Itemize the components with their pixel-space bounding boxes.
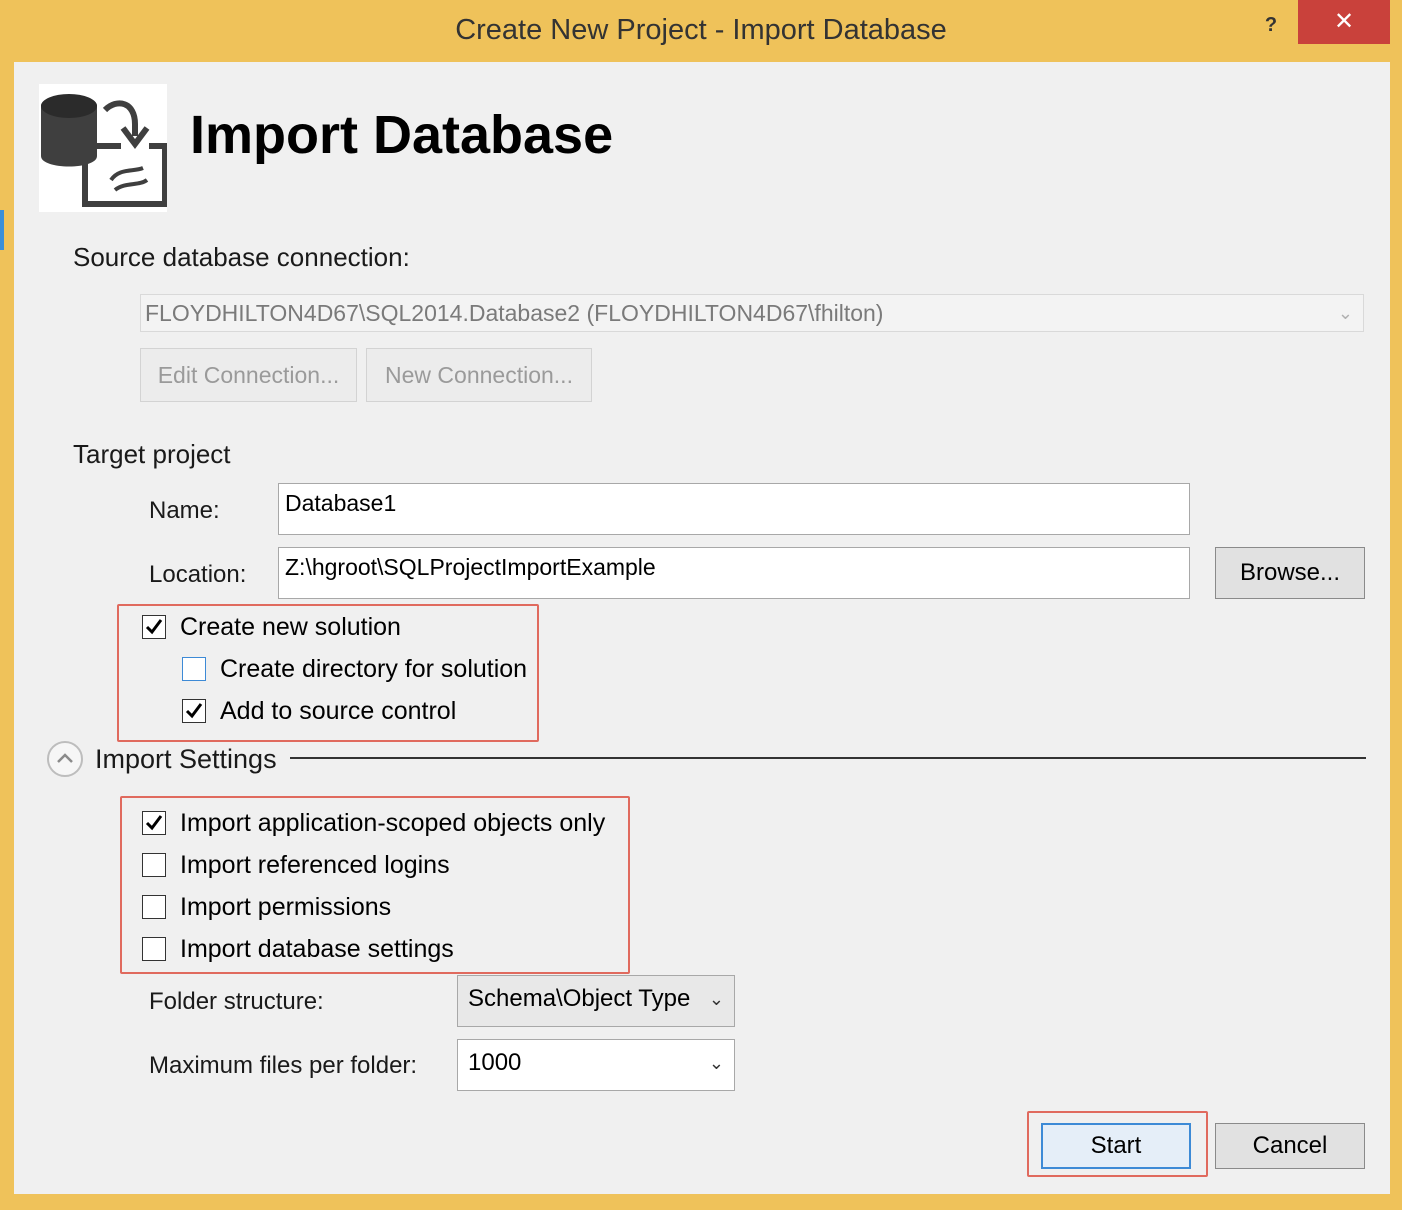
dialog-content: Import Database Source database connecti… xyxy=(14,62,1390,1194)
window-title: Create New Project - Import Database xyxy=(455,14,947,46)
max-files-label: Maximum files per folder: xyxy=(149,1052,418,1079)
new-connection-button[interactable]: New Connection... xyxy=(366,348,592,402)
checkbox-checked xyxy=(182,699,206,723)
import-logins-checkbox[interactable]: Import referenced logins xyxy=(142,850,450,880)
create-directory-checkbox[interactable]: Create directory for solution xyxy=(182,654,527,684)
chevron-down-icon: ⌄ xyxy=(708,989,724,1009)
checkbox-label: Create directory for solution xyxy=(220,654,528,683)
location-input[interactable]: Z:\hgroot\SQLProjectImportExample xyxy=(278,547,1190,599)
import-permissions-checkbox[interactable]: Import permissions xyxy=(142,892,391,922)
source-connection-label: Source database connection: xyxy=(73,242,410,272)
help-button[interactable]: ? xyxy=(1256,10,1286,40)
checkbox-checked xyxy=(142,615,166,639)
name-input[interactable]: Database1 xyxy=(278,483,1190,535)
close-icon: ✕ xyxy=(1333,8,1355,35)
background-accent xyxy=(0,210,4,250)
dialog-window: Create New Project - Import Database ? ✕… xyxy=(0,0,1402,1210)
folder-structure-value: Schema\Object Type xyxy=(468,985,691,1012)
checkbox-unchecked xyxy=(142,937,166,961)
checkbox-label: Import permissions xyxy=(180,892,392,921)
max-files-value: 1000 xyxy=(468,1049,522,1076)
checkbox-unchecked xyxy=(142,895,166,919)
location-label: Location: xyxy=(149,561,247,588)
page-title: Import Database xyxy=(190,105,614,165)
folder-structure-select[interactable]: Schema\Object Type ⌄ xyxy=(457,975,735,1027)
checkbox-label: Import application-scoped objects only xyxy=(180,808,606,837)
checkbox-checked xyxy=(142,811,166,835)
import-settings-label: Import Settings xyxy=(95,744,277,774)
source-connection-value: FLOYDHILTON4D67\SQL2014.Database2 (FLOYD… xyxy=(145,300,884,326)
checkbox-label: Import referenced logins xyxy=(180,850,450,879)
chevron-down-icon: ⌄ xyxy=(1337,303,1353,323)
checkbox-label: Create new solution xyxy=(180,612,401,641)
checkbox-unchecked xyxy=(182,657,206,681)
import-database-icon xyxy=(39,84,168,212)
checkbox-unchecked xyxy=(142,853,166,877)
import-app-scoped-checkbox[interactable]: Import application-scoped objects only xyxy=(142,808,605,838)
add-to-source-control-checkbox[interactable]: Add to source control xyxy=(182,696,456,726)
cancel-button[interactable]: Cancel xyxy=(1215,1123,1365,1169)
section-divider xyxy=(290,757,1366,759)
chevron-up-icon xyxy=(57,753,73,763)
edit-connection-button[interactable]: Edit Connection... xyxy=(140,348,357,402)
collapse-toggle[interactable] xyxy=(47,741,83,777)
name-label: Name: xyxy=(149,497,220,524)
import-db-settings-checkbox[interactable]: Import database settings xyxy=(142,934,454,964)
chevron-down-icon: ⌄ xyxy=(708,1053,724,1073)
start-button[interactable]: Start xyxy=(1041,1123,1191,1169)
target-project-label: Target project xyxy=(73,439,231,469)
source-connection-select[interactable]: FLOYDHILTON4D67\SQL2014.Database2 (FLOYD… xyxy=(140,294,1364,332)
close-button[interactable]: ✕ xyxy=(1298,0,1390,44)
folder-structure-label: Folder structure: xyxy=(149,988,324,1015)
checkbox-label: Import database settings xyxy=(180,934,454,963)
browse-button[interactable]: Browse... xyxy=(1215,547,1365,599)
checkbox-label: Add to source control xyxy=(220,696,457,725)
max-files-select[interactable]: 1000 ⌄ xyxy=(457,1039,735,1091)
create-new-solution-checkbox[interactable]: Create new solution xyxy=(142,612,401,642)
